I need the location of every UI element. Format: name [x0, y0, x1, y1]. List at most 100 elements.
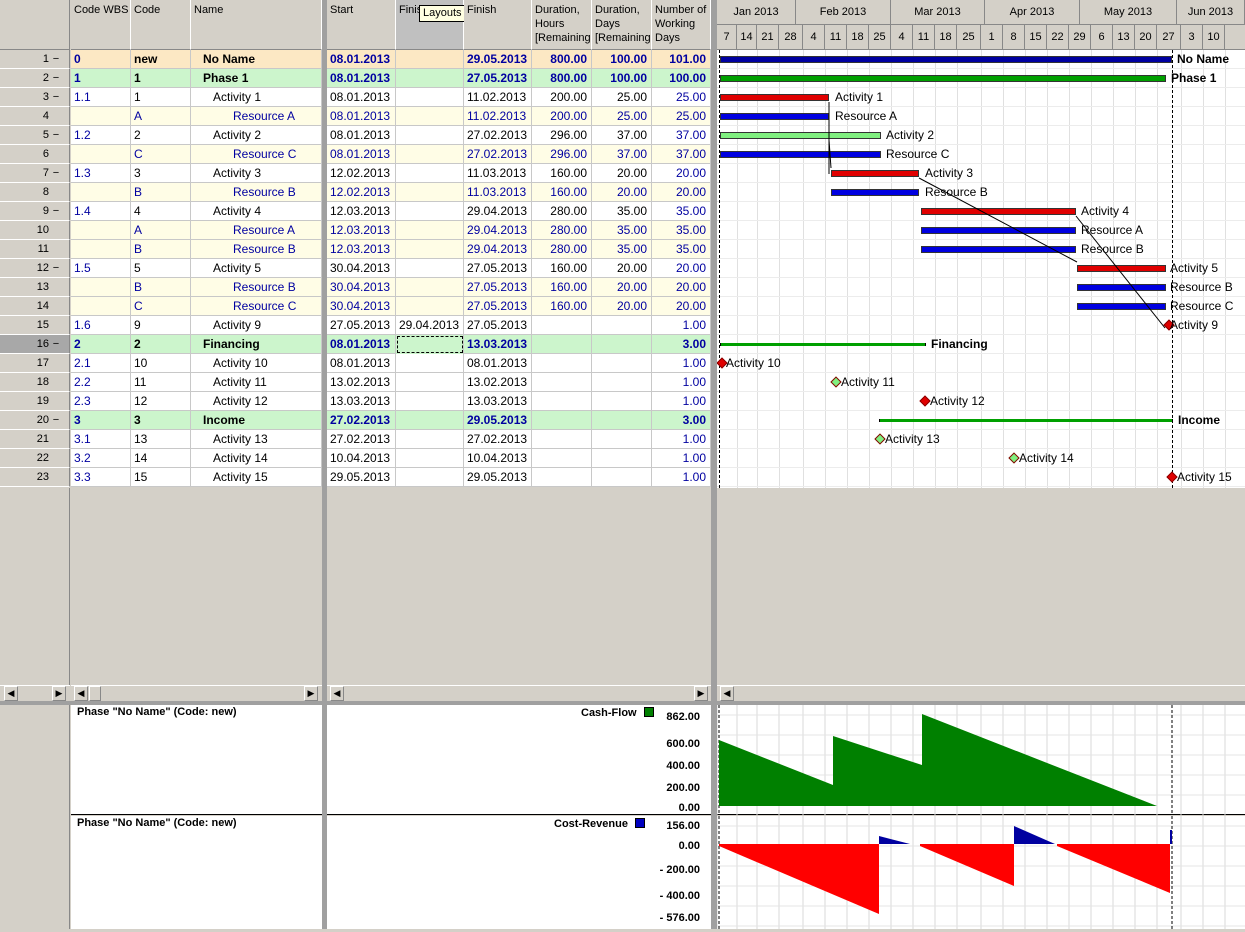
header-code-wbs[interactable]: Code WBS: [71, 0, 131, 50]
row-number[interactable]: 19: [0, 392, 70, 411]
table-row[interactable]: 12.03.2013 29.04.2013 280.00 35.00 35.00: [327, 221, 711, 240]
table-row[interactable]: 2.1 10 Activity 10: [71, 354, 322, 373]
row-number[interactable]: 21: [0, 430, 70, 449]
collapse-toggle-icon[interactable]: −: [49, 335, 63, 353]
cell-finish-planned[interactable]: [396, 126, 464, 145]
header-duration-days[interactable]: Duration, Days [Remaining: [592, 0, 652, 50]
cell-finish-planned[interactable]: [396, 259, 464, 278]
table-row[interactable]: 0 new No Name: [71, 50, 322, 69]
collapse-toggle-icon[interactable]: −: [49, 88, 63, 106]
cell-finish-planned[interactable]: [396, 50, 464, 69]
cell-finish-planned[interactable]: [396, 335, 464, 354]
cell-finish-planned[interactable]: [396, 430, 464, 449]
row-number[interactable]: 15: [0, 316, 70, 335]
scroll-left-icon[interactable]: ◀: [74, 686, 88, 701]
table-row[interactable]: 3 3 Income: [71, 411, 322, 430]
row-number[interactable]: 17: [0, 354, 70, 373]
table-row[interactable]: 12.02.2013 11.03.2013 160.00 20.00 20.00: [327, 164, 711, 183]
row-number[interactable]: 10: [0, 221, 70, 240]
table-row[interactable]: 1.5 5 Activity 5: [71, 259, 322, 278]
collapse-toggle-icon[interactable]: −: [49, 50, 63, 68]
header-working-days[interactable]: Number of Working Days: [652, 0, 711, 50]
table-row[interactable]: B Resource B: [71, 278, 322, 297]
table-row[interactable]: 12.02.2013 11.03.2013 160.00 20.00 20.00: [327, 183, 711, 202]
row-number[interactable]: 4: [0, 107, 70, 126]
cell-finish-planned[interactable]: [396, 240, 464, 259]
table-row[interactable]: 08.01.2013 13.03.2013 3.00: [327, 335, 711, 354]
row-number[interactable]: 18: [0, 373, 70, 392]
collapse-toggle-icon[interactable]: −: [49, 259, 63, 277]
cell-finish-planned[interactable]: [396, 373, 464, 392]
cell-finish-planned[interactable]: [396, 145, 464, 164]
cell-finish-planned[interactable]: [396, 297, 464, 316]
table-row[interactable]: 13.02.2013 13.02.2013 1.00: [327, 373, 711, 392]
table-row[interactable]: 08.01.2013 27.02.2013 296.00 37.00 37.00: [327, 126, 711, 145]
row-number[interactable]: 9−: [0, 202, 70, 221]
collapse-toggle-icon[interactable]: −: [49, 411, 63, 429]
row-number[interactable]: 12−: [0, 259, 70, 278]
scroll-right-icon[interactable]: ▶: [694, 686, 708, 701]
row-number[interactable]: 6: [0, 145, 70, 164]
table-row[interactable]: 30.04.2013 27.05.2013 160.00 20.00 20.00: [327, 259, 711, 278]
cell-finish-planned[interactable]: [396, 88, 464, 107]
cell-finish-planned[interactable]: [396, 468, 464, 487]
cell-finish-planned[interactable]: [396, 449, 464, 468]
collapse-toggle-icon[interactable]: −: [49, 69, 63, 87]
row-number[interactable]: 2−: [0, 69, 70, 88]
scroll-right-icon[interactable]: ▶: [304, 686, 318, 701]
table-row[interactable]: B Resource B: [71, 240, 322, 259]
cell-finish-planned[interactable]: [396, 354, 464, 373]
table-row[interactable]: 1.6 9 Activity 9: [71, 316, 322, 335]
table-row[interactable]: 08.01.2013 27.05.2013 800.00 100.00 100.00: [327, 69, 711, 88]
table-row[interactable]: 08.01.2013 29.05.2013 800.00 100.00 101.00: [327, 50, 711, 69]
row-number[interactable]: 22: [0, 449, 70, 468]
row-number[interactable]: 11: [0, 240, 70, 259]
cell-finish-planned[interactable]: [396, 392, 464, 411]
table-row[interactable]: 2.2 11 Activity 11: [71, 373, 322, 392]
table-row[interactable]: 08.01.2013 11.02.2013 200.00 25.00 25.00: [327, 88, 711, 107]
table-row[interactable]: 3.3 15 Activity 15: [71, 468, 322, 487]
table-row[interactable]: 13.03.2013 13.03.2013 1.00: [327, 392, 711, 411]
row-number[interactable]: 7−: [0, 164, 70, 183]
table-row[interactable]: 30.04.2013 27.05.2013 160.00 20.00 20.00: [327, 278, 711, 297]
gantt-scrollbar[interactable]: ◀: [717, 685, 1245, 701]
table-row[interactable]: 10.04.2013 10.04.2013 1.00: [327, 449, 711, 468]
row-number[interactable]: 14: [0, 297, 70, 316]
table-row[interactable]: 27.05.2013 29.04.2013 27.05.2013 1.00: [327, 316, 711, 335]
table-row[interactable]: C Resource C: [71, 145, 322, 164]
table-row[interactable]: 1.2 2 Activity 2: [71, 126, 322, 145]
table-row[interactable]: 30.04.2013 27.05.2013 160.00 20.00 20.00: [327, 297, 711, 316]
scroll-right-icon[interactable]: ▶: [52, 686, 66, 701]
cell-finish-planned[interactable]: 29.04.2013: [396, 316, 464, 335]
table-row[interactable]: 1.4 4 Activity 4: [71, 202, 322, 221]
header-duration-hours[interactable]: Duration, Hours [Remaining: [532, 0, 592, 50]
table-row[interactable]: A Resource A: [71, 221, 322, 240]
table-row[interactable]: 2 2 Financing: [71, 335, 322, 354]
row-number[interactable]: 5−: [0, 126, 70, 145]
row-number[interactable]: 20−: [0, 411, 70, 430]
row-number[interactable]: 3−: [0, 88, 70, 107]
table-scrollbar-2[interactable]: ◀ ▶: [327, 685, 711, 701]
header-name[interactable]: Name: [191, 0, 322, 50]
scroll-left-icon[interactable]: ◀: [4, 686, 18, 701]
row-number[interactable]: 8: [0, 183, 70, 202]
table-row[interactable]: 12.03.2013 29.04.2013 280.00 35.00 35.00: [327, 240, 711, 259]
table-row[interactable]: 1 1 Phase 1: [71, 69, 322, 88]
table-row[interactable]: B Resource B: [71, 183, 322, 202]
cell-finish-planned[interactable]: [396, 107, 464, 126]
scroll-left-icon[interactable]: ◀: [720, 686, 734, 701]
collapse-toggle-icon[interactable]: −: [49, 126, 63, 144]
row-number[interactable]: 1−: [0, 50, 70, 69]
table-row[interactable]: 08.01.2013 11.02.2013 200.00 25.00 25.00: [327, 107, 711, 126]
header-code[interactable]: Code: [131, 0, 191, 50]
table-row[interactable]: 2.3 12 Activity 12: [71, 392, 322, 411]
row-scrollbar[interactable]: ◀ ▶: [0, 685, 70, 701]
header-finish[interactable]: Finish: [464, 0, 532, 50]
row-number[interactable]: 23: [0, 468, 70, 487]
row-number[interactable]: 13: [0, 278, 70, 297]
table-row[interactable]: 27.02.2013 29.05.2013 3.00: [327, 411, 711, 430]
cell-finish-planned[interactable]: [396, 278, 464, 297]
collapse-toggle-icon[interactable]: −: [49, 202, 63, 220]
table-row[interactable]: C Resource C: [71, 297, 322, 316]
cell-finish-planned[interactable]: [396, 69, 464, 88]
